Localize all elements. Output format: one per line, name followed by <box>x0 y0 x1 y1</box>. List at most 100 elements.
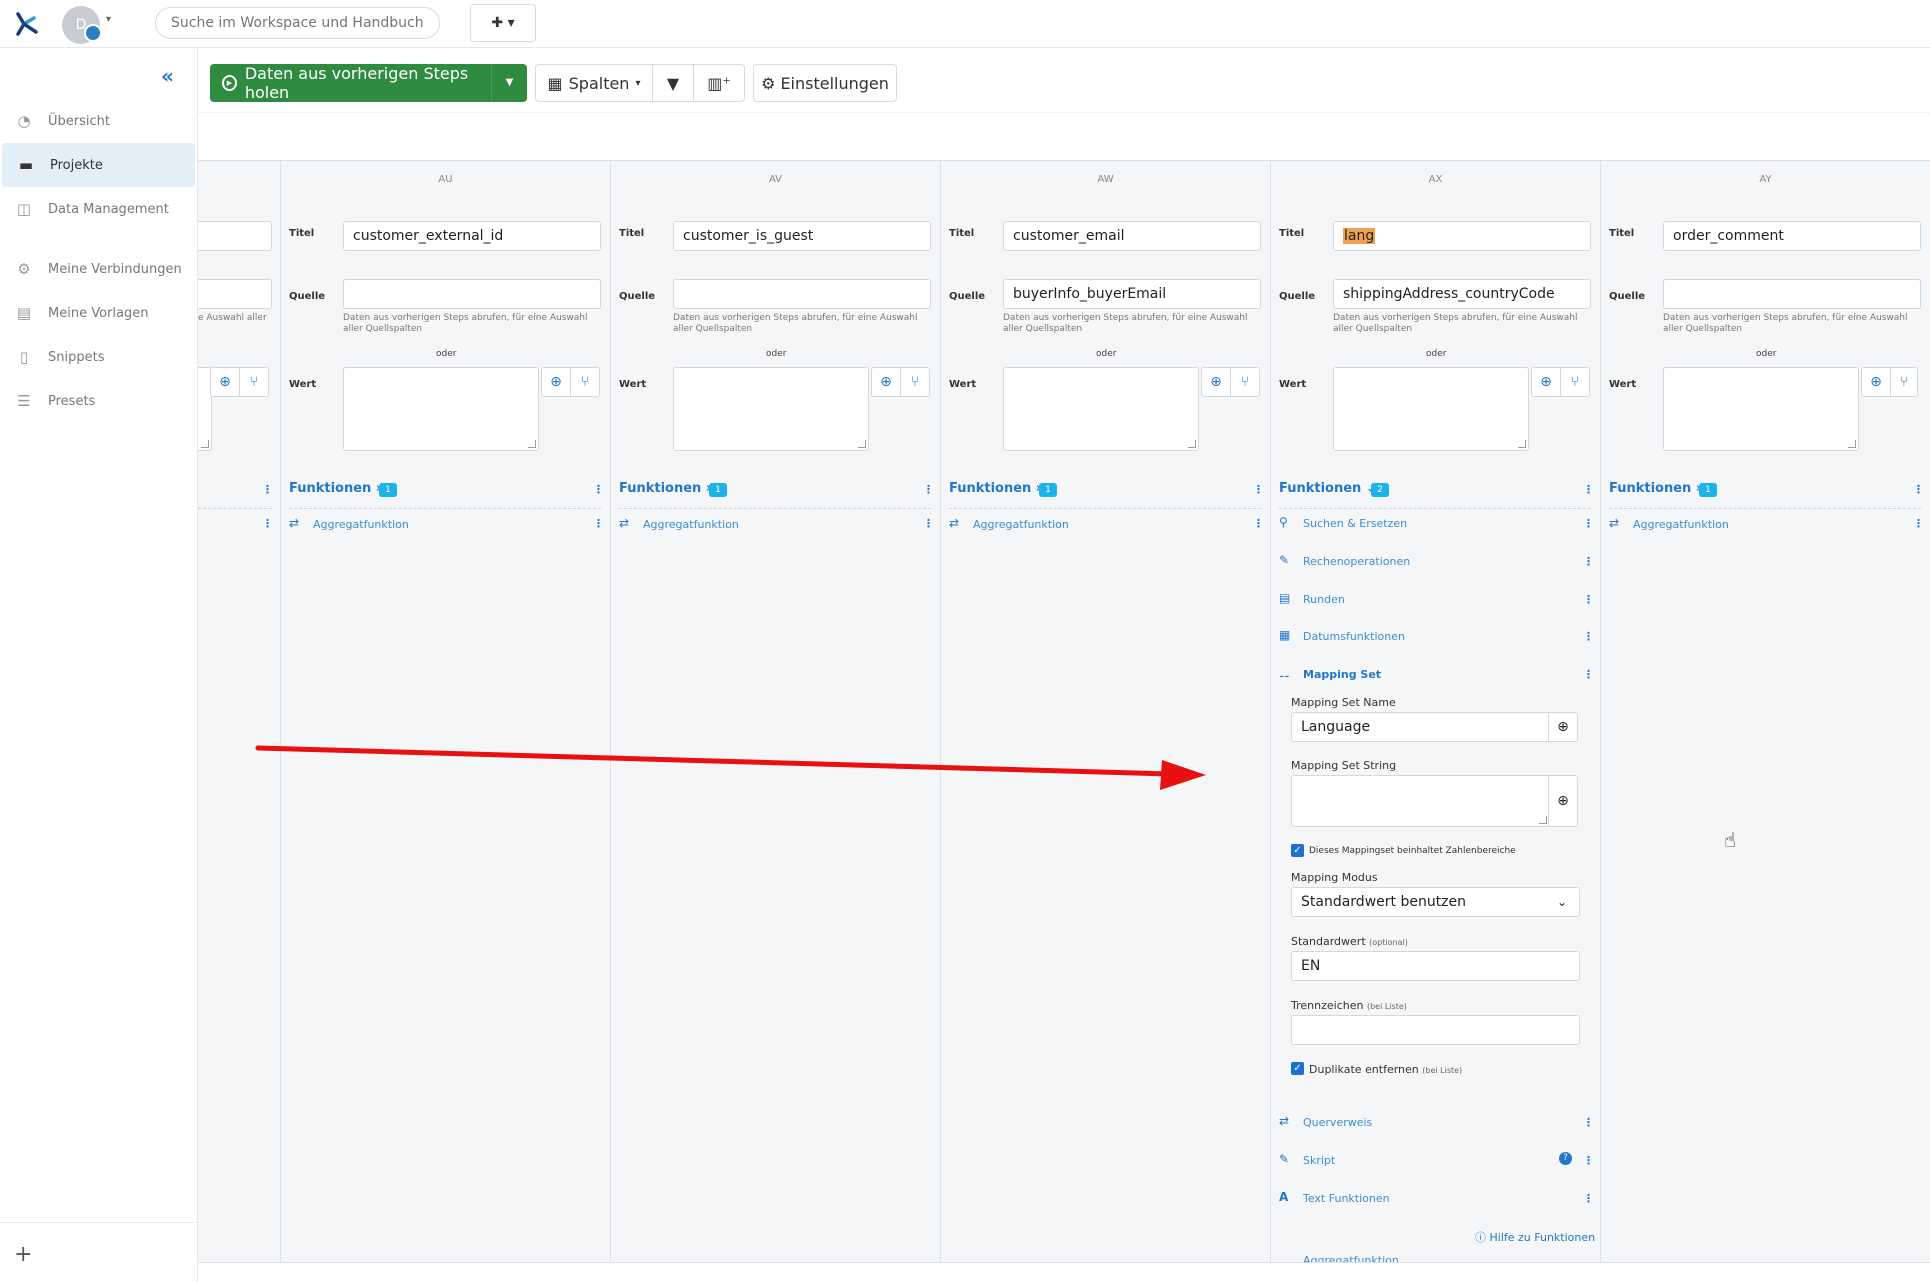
value-textarea[interactable] <box>673 367 869 451</box>
fetch-dropdown-toggle[interactable]: ▼ <box>491 64 527 102</box>
function-item-search-replace[interactable]: Suchen & Ersetzen <box>1303 517 1407 530</box>
kebab-menu-icon[interactable]: ⋮ <box>1583 555 1594 568</box>
columns-label: Spalten <box>568 73 630 93</box>
remove-duplicates-checkbox[interactable]: ✓ <box>1291 1062 1304 1075</box>
mapping-set-name-input[interactable]: Language <box>1291 712 1549 742</box>
exchange-icon: ⇄ <box>1609 516 1620 530</box>
mapping-set-string-textarea[interactable] <box>1291 775 1550 827</box>
function-item-calculation[interactable]: Rechenoperationen <box>1303 555 1410 568</box>
source-input[interactable] <box>1663 279 1921 309</box>
value-textarea[interactable] <box>1003 367 1199 451</box>
source-input[interactable]: buyerInfo_buyerEmail <box>1003 279 1261 309</box>
kebab-menu-icon[interactable]: ⋮ <box>1583 630 1594 643</box>
branch-icon[interactable]: ⑂ <box>1560 367 1590 397</box>
add-circle-icon[interactable]: ⊕ <box>1548 712 1578 742</box>
kebab-menu-icon[interactable]: ⋮ <box>262 517 273 530</box>
kebab-menu-icon[interactable]: ⋮ <box>1583 1116 1594 1129</box>
kebab-menu-icon[interactable]: ⋮ <box>593 483 604 496</box>
sidebar-item-meine-verbindungen[interactable]: ⚙ Meine Verbindungen <box>0 247 193 291</box>
function-item-script[interactable]: Skript <box>1303 1154 1335 1167</box>
source-label: Quelle <box>289 291 326 302</box>
branch-icon[interactable]: ⑂ <box>1890 367 1918 397</box>
source-input[interactable] <box>198 279 272 309</box>
horizontal-scrollbar[interactable] <box>198 1262 1930 1282</box>
kebab-menu-icon[interactable]: ⋮ <box>1583 517 1594 530</box>
columns-button[interactable]: ▦ Spalten ▾ <box>535 64 653 102</box>
search-input[interactable] <box>155 7 440 39</box>
add-value-icon[interactable]: ⊕ <box>1861 367 1891 397</box>
add-circle-icon[interactable]: ⊕ <box>1548 775 1578 827</box>
fetch-data-button[interactable]: ▶ Daten aus vorherigen Steps holen <box>210 64 491 102</box>
branch-icon[interactable]: ⑂ <box>570 367 600 397</box>
value-textarea[interactable] <box>1333 367 1529 451</box>
title-input[interactable]: customer_email <box>1003 221 1261 251</box>
sidebar-item-data-management[interactable]: ◫ Data Management <box>0 187 193 231</box>
functions-toggle[interactable]: Funktionen › <box>1609 481 1701 496</box>
branch-icon[interactable]: ⑂ <box>900 367 930 397</box>
sidebar-item-uebersicht[interactable]: ◔ Übersicht <box>0 99 193 143</box>
function-item-round[interactable]: Runden <box>1303 593 1345 606</box>
title-input[interactable]: order_comment <box>1663 221 1921 251</box>
kebab-menu-icon[interactable]: ⋮ <box>1583 483 1594 496</box>
functions-toggle[interactable]: Funktionen › <box>619 481 711 496</box>
kebab-menu-icon[interactable]: ⋮ <box>1583 668 1594 681</box>
title-input[interactable]: lang <box>1333 221 1591 251</box>
kebab-menu-icon[interactable]: ⋮ <box>1583 593 1594 606</box>
default-value-input[interactable]: EN <box>1291 951 1580 981</box>
separator-input[interactable] <box>1291 1015 1580 1045</box>
plus-icon[interactable]: + <box>14 1242 32 1267</box>
aggregate-function-item[interactable]: Aggregatfunktion <box>1303 1254 1399 1262</box>
functions-toggle[interactable]: Funktionen › <box>949 481 1041 496</box>
kebab-menu-icon[interactable]: ⋮ <box>1583 1154 1594 1167</box>
function-item-cross-reference[interactable]: Querverweis <box>1303 1116 1372 1129</box>
aggregate-function-item[interactable]: Aggregatfunktion <box>973 518 1069 531</box>
kebab-menu-icon[interactable]: ⋮ <box>593 517 604 530</box>
add-dropdown-button[interactable]: ✚ ▾ <box>470 4 536 42</box>
kebab-menu-icon[interactable]: ⋮ <box>923 517 934 530</box>
add-value-icon[interactable]: ⊕ <box>1531 367 1561 397</box>
title-input[interactable] <box>198 221 272 251</box>
aggregate-function-item[interactable]: Aggregatfunktion <box>643 518 739 531</box>
source-input[interactable] <box>673 279 931 309</box>
settings-button[interactable]: ⚙ Einstellungen <box>753 64 897 102</box>
help-functions-link[interactable]: ⓘ Hilfe zu Funktionen <box>1475 1229 1595 1245</box>
branch-icon[interactable]: ⑂ <box>1230 367 1260 397</box>
filter-button[interactable]: ▼ <box>652 64 694 102</box>
branch-icon[interactable]: ⑂ <box>239 367 269 397</box>
functions-toggle[interactable]: Funktionen ⌄ <box>1279 481 1377 496</box>
kebab-menu-icon[interactable]: ⋮ <box>923 483 934 496</box>
collapse-sidebar-icon[interactable]: « <box>161 64 174 88</box>
sidebar-item-projekte[interactable]: ▬ Projekte <box>2 143 195 187</box>
sidebar-item-meine-vorlagen[interactable]: ▤ Meine Vorlagen <box>0 291 193 335</box>
help-icon[interactable]: ? <box>1559 1152 1572 1165</box>
kebab-menu-icon[interactable]: ⋮ <box>1253 517 1264 530</box>
kebab-menu-icon[interactable]: ⋮ <box>1583 1192 1594 1205</box>
add-value-icon[interactable]: ⊕ <box>541 367 571 397</box>
add-value-icon[interactable]: ⊕ <box>210 367 240 397</box>
kebab-menu-icon[interactable]: ⋮ <box>1253 483 1264 496</box>
add-value-icon[interactable]: ⊕ <box>871 367 901 397</box>
app-logo-icon[interactable] <box>12 10 40 38</box>
mapping-mode-select[interactable]: Standardwert benutzen ⌄ <box>1291 887 1580 917</box>
add-column-button[interactable]: ▥⁺ <box>693 64 745 102</box>
add-value-icon[interactable]: ⊕ <box>1201 367 1231 397</box>
function-item-text[interactable]: Text Funktionen <box>1303 1192 1390 1205</box>
value-textarea[interactable] <box>1663 367 1859 451</box>
sidebar-item-presets[interactable]: ☰ Presets <box>0 379 193 423</box>
kebab-menu-icon[interactable]: ⋮ <box>1913 517 1924 530</box>
kebab-menu-icon[interactable]: ⋮ <box>1913 483 1924 496</box>
source-input[interactable] <box>343 279 601 309</box>
source-input[interactable]: shippingAddress_countryCode <box>1333 279 1591 309</box>
aggregate-function-item[interactable]: Aggregatfunktion <box>313 518 409 531</box>
title-input[interactable]: customer_external_id <box>343 221 601 251</box>
title-input[interactable]: customer_is_guest <box>673 221 931 251</box>
kebab-menu-icon[interactable]: ⋮ <box>262 483 273 496</box>
function-item-mapping-set[interactable]: Mapping Set <box>1303 668 1381 681</box>
aggregate-function-item[interactable]: Aggregatfunktion <box>1633 518 1729 531</box>
value-textarea[interactable] <box>343 367 539 451</box>
sidebar-item-snippets[interactable]: ▯ Snippets <box>0 335 193 379</box>
function-item-date[interactable]: Datumsfunktionen <box>1303 630 1405 643</box>
number-ranges-checkbox[interactable]: ✓ <box>1291 844 1304 857</box>
functions-toggle[interactable]: Funktionen › <box>289 481 381 496</box>
chevron-down-icon[interactable]: ▾ <box>106 14 111 25</box>
